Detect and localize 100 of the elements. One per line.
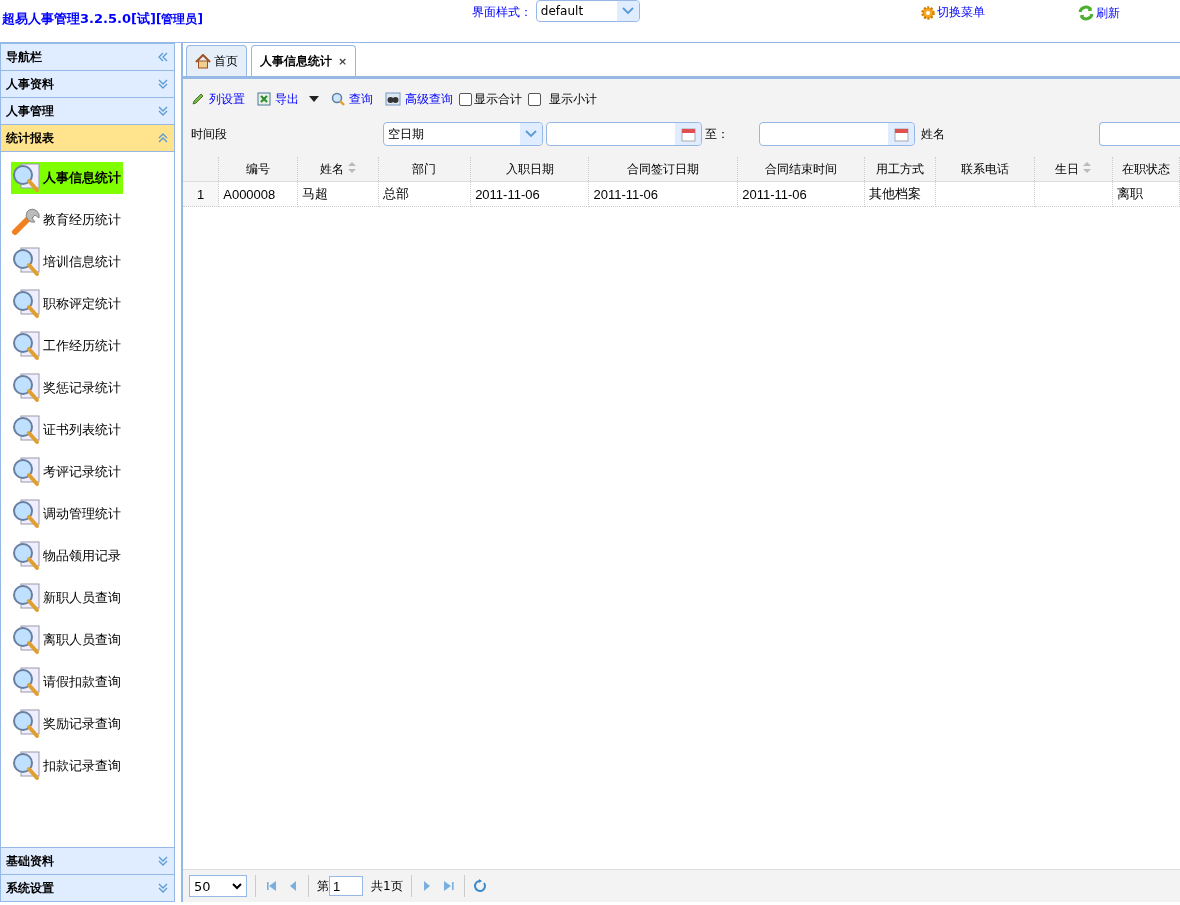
panel-header[interactable]: 基础资料 [1, 847, 174, 874]
panel-title: 人事资料 [6, 75, 54, 93]
column-header[interactable]: 合同签订日期 [588, 157, 738, 182]
panel-title: 统计报表 [6, 129, 54, 147]
binoculars-icon [385, 92, 401, 106]
magnifier-document-icon [11, 456, 43, 488]
magnifier-document-icon [11, 330, 43, 362]
expand-icon[interactable] [157, 855, 169, 867]
toolbar-button[interactable]: 高级查询 [385, 90, 453, 108]
table-cell: 2011-11-06 [588, 181, 738, 207]
name-field[interactable] [1099, 122, 1180, 146]
page-size-select[interactable]: 50 [189, 875, 247, 897]
page-input[interactable]: 1 [329, 876, 363, 896]
app-title: 超易人事管理3.2.5.0[试] [2, 10, 156, 28]
column-header[interactable]: 在职状态 [1112, 157, 1180, 182]
spreadsheet-icon [257, 92, 271, 106]
toolbar-button[interactable]: 查询 [331, 90, 373, 108]
sort-icon[interactable] [1083, 161, 1092, 173]
column-header[interactable]: 联系电话 [935, 157, 1035, 182]
sidebar-item[interactable]: 培训信息统计 [11, 246, 174, 278]
gear-icon [919, 4, 936, 21]
calendar-icon[interactable] [680, 126, 696, 142]
tab[interactable]: 人事信息统计 × [251, 45, 357, 76]
switch-menu-link[interactable]: 切换菜单 [919, 4, 985, 21]
date-field[interactable] [759, 122, 915, 146]
page-prefix: 第 [317, 877, 329, 895]
sidebar-item[interactable]: 请假扣款查询 [11, 666, 174, 698]
sort-icon[interactable] [347, 161, 356, 173]
first-page-icon[interactable] [264, 879, 278, 893]
column-header[interactable]: 部门 [378, 157, 471, 182]
magnifier-document-icon [11, 582, 43, 614]
user-role: [管理员] [155, 11, 203, 28]
magnifier-document-icon [11, 750, 43, 782]
reload-icon[interactable] [472, 879, 487, 893]
sidebar-item[interactable]: 证书列表统计 [11, 414, 174, 446]
last-page-icon[interactable] [441, 879, 456, 893]
table-cell: A000008 [218, 181, 298, 207]
period-label: 时间段 [191, 125, 227, 143]
tab[interactable]: 首页 [186, 45, 247, 76]
checkbox[interactable] [459, 92, 472, 106]
close-button[interactable]: × [338, 54, 348, 68]
home-icon [195, 53, 211, 69]
sidebar-item[interactable]: 奖惩记录统计 [11, 372, 174, 404]
sidebar-item[interactable]: 奖励记录查询 [11, 708, 174, 740]
magnifier-document-icon [11, 708, 43, 740]
column-header[interactable]: 编号 [218, 157, 298, 182]
style-select[interactable]: default [535, 0, 640, 22]
collapse-icon[interactable] [157, 132, 169, 144]
caret-icon[interactable] [309, 96, 319, 102]
sidebar-item[interactable]: 物品领用记录 [11, 540, 174, 572]
sidebar-item[interactable]: 新职人员查询 [11, 582, 174, 614]
magnifier-document-icon [11, 498, 43, 530]
column-header[interactable]: 生日 [1034, 157, 1113, 182]
column-header[interactable]: 用工方式 [864, 157, 936, 182]
pencil-icon [191, 92, 205, 106]
table-cell: 其他档案 [864, 181, 936, 207]
magnifier-document-icon [11, 288, 43, 320]
magnifier-document-icon [11, 540, 43, 572]
sidebar-item[interactable]: 教育经历统计 [11, 204, 174, 236]
magnifier-document-icon [11, 372, 43, 404]
column-header[interactable]: 合同结束时间 [737, 157, 865, 182]
panel-header[interactable]: 系统设置 [1, 874, 174, 901]
row-number: 1 [183, 181, 219, 207]
style-label: 界面样式： [471, 4, 532, 21]
panel-title: 人事管理 [6, 102, 54, 120]
search-icon [331, 92, 345, 106]
expand-icon[interactable] [157, 78, 169, 90]
panel-header[interactable]: 人事管理 [1, 97, 174, 124]
checkbox[interactable] [528, 92, 541, 106]
toolbar-button[interactable]: 导出 [257, 90, 319, 108]
checkbox-label: 显示小计 [549, 90, 597, 108]
toolbar-button[interactable]: 列设置 [191, 90, 245, 108]
sidebar-item[interactable]: 工作经历统计 [11, 330, 174, 362]
sidebar-item[interactable]: 扣款记录查询 [11, 750, 174, 782]
table-cell: 2011-11-06 [470, 181, 589, 207]
refresh-link[interactable]: 刷新 [1076, 4, 1120, 22]
chevron-down-icon [525, 130, 537, 138]
table-cell: 离职 [1112, 181, 1180, 207]
chevron-down-icon [232, 882, 242, 890]
sidebar-item[interactable]: 考评记录统计 [11, 456, 174, 488]
panel-header[interactable]: 人事资料 [1, 70, 174, 97]
panel-title: 基础资料 [6, 852, 54, 870]
expand-icon[interactable] [157, 105, 169, 117]
calendar-icon[interactable] [893, 126, 909, 142]
sidebar-item[interactable]: 离职人员查询 [11, 624, 174, 656]
column-header[interactable]: 入职日期 [470, 157, 589, 182]
sidebar-item[interactable]: 调动管理统计 [11, 498, 174, 530]
sidebar-item[interactable]: 职称评定统计 [11, 288, 174, 320]
period-select[interactable]: 空日期 [383, 122, 543, 146]
collapse-icon[interactable] [157, 51, 169, 63]
panel-header[interactable]: 统计报表 [1, 124, 174, 151]
refresh-icon [1076, 4, 1095, 22]
expand-icon[interactable] [157, 882, 169, 894]
chevron-down-icon [621, 7, 634, 15]
magnifier-document-icon [11, 666, 43, 698]
date-field[interactable] [546, 122, 702, 146]
to-label: 至： [705, 125, 729, 143]
name-label: 姓名 [921, 125, 945, 143]
checkbox-label: 显示合计 [474, 90, 522, 108]
column-header[interactable]: 姓名 [297, 157, 379, 182]
